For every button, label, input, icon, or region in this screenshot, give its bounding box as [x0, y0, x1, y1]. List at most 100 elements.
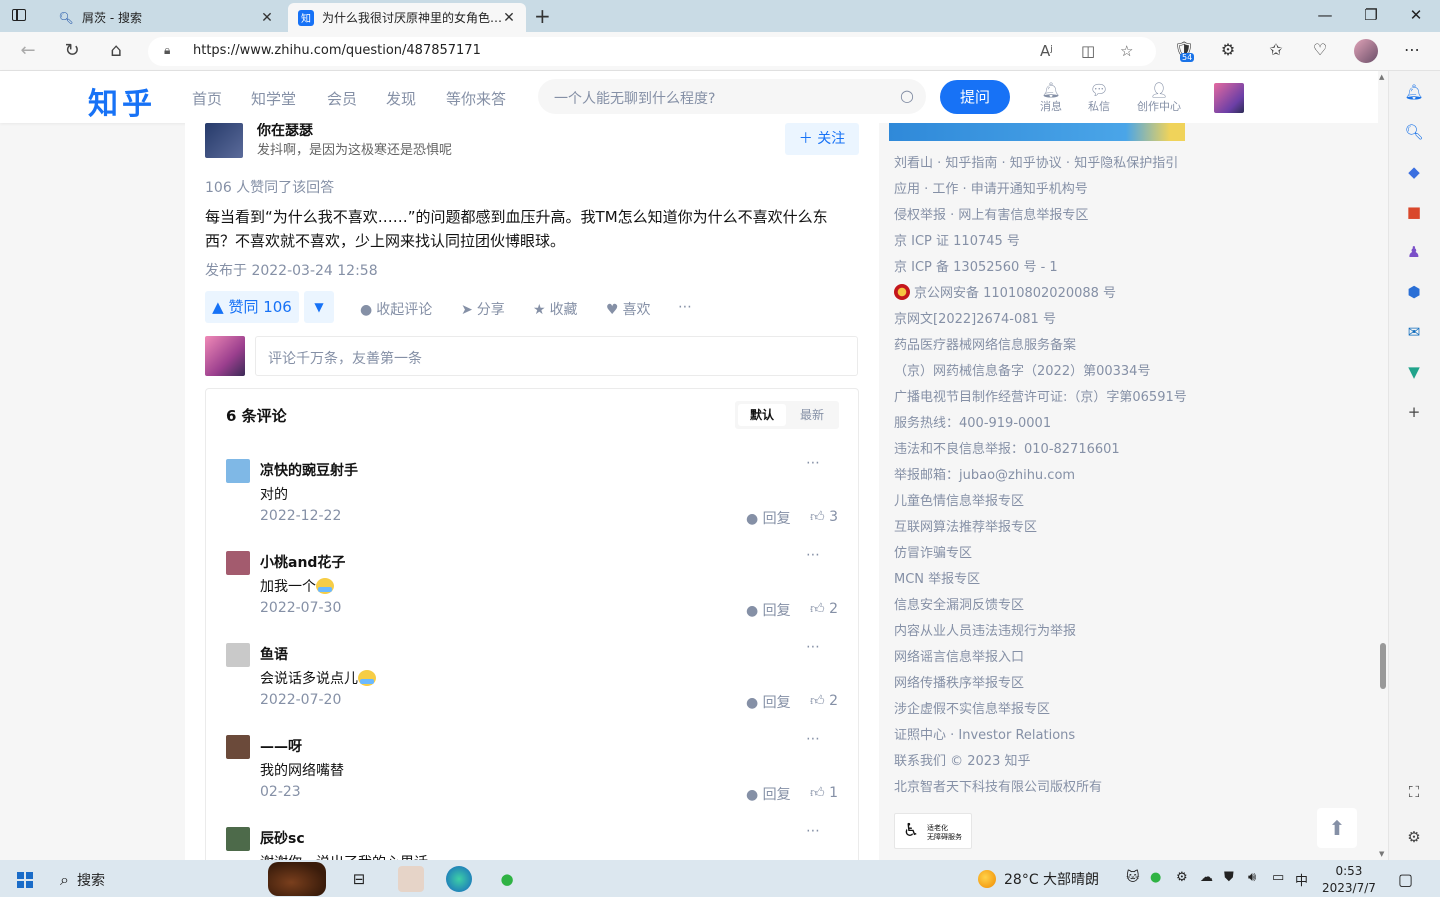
- more-icon[interactable]: ⋯: [806, 639, 820, 655]
- notification-center-icon[interactable]: ▢: [1398, 870, 1413, 889]
- collect-button[interactable]: ★ 收藏: [533, 299, 578, 319]
- tab-search[interactable]: 🔍︎ 屑茨 - 搜索 ✕: [48, 3, 284, 32]
- minimize-icon[interactable]: —: [1315, 6, 1335, 24]
- commenter-avatar[interactable]: [226, 459, 250, 483]
- commenter-avatar[interactable]: [226, 643, 250, 667]
- screenshot-icon[interactable]: ⛶: [1403, 781, 1425, 803]
- footer-link[interactable]: 侵权举报 · 网上有害信息举报专区: [894, 205, 1194, 231]
- task-view-icon[interactable]: ⊟: [346, 866, 372, 892]
- split-screen-icon[interactable]: ◫: [1081, 42, 1095, 60]
- tray-wechat-icon[interactable]: ●: [1150, 870, 1161, 885]
- close-window-icon[interactable]: ✕: [1406, 6, 1426, 24]
- edge-browser-icon[interactable]: [446, 866, 472, 892]
- comment-input[interactable]: 评论千万条，友善第一条: [255, 336, 858, 376]
- comment-like-button[interactable]: 👍︎ 3: [810, 508, 838, 525]
- taskbar-search[interactable]: ⌕ 搜索: [60, 870, 105, 890]
- downvote-button[interactable]: ▼: [304, 291, 334, 323]
- comment-like-button[interactable]: 👍︎ 2: [810, 692, 838, 709]
- onedrive-icon[interactable]: ☁︎: [1200, 870, 1213, 885]
- follow-button[interactable]: ＋ 关注: [785, 123, 859, 155]
- add-icon[interactable]: +: [1403, 401, 1425, 423]
- scroll-up-icon[interactable]: ▲: [1379, 73, 1384, 81]
- address-bar[interactable]: 🔒︎ https://www.zhihu.com/question/487857…: [148, 37, 1156, 66]
- commenter-name[interactable]: 小桃and花子: [260, 552, 345, 572]
- commenter-avatar[interactable]: [226, 735, 250, 759]
- reply-button[interactable]: ● 回复: [746, 600, 791, 620]
- windows-start-icon[interactable]: [17, 872, 33, 888]
- reply-button[interactable]: ● 回复: [746, 784, 791, 804]
- weather-widget[interactable]: 28°C 大部晴朗: [978, 869, 1099, 889]
- footer-link[interactable]: 证照中心 · Investor Relations: [894, 725, 1194, 751]
- footer-link[interactable]: MCN 举报专区: [894, 569, 1194, 595]
- scroll-down-icon[interactable]: ▼: [1379, 850, 1384, 858]
- author-avatar[interactable]: [205, 123, 243, 158]
- volume-icon[interactable]: 🔊︎: [1248, 870, 1256, 885]
- commenter-avatar[interactable]: [226, 551, 250, 575]
- footer-link[interactable]: 网络传播秩序举报专区: [894, 673, 1194, 699]
- nav-discover[interactable]: 发现: [386, 88, 416, 109]
- footer-link-police[interactable]: 京公网安备 11010802020088 号: [894, 283, 1194, 309]
- footer-link[interactable]: 涉企虚假不实信息举报专区: [894, 699, 1194, 725]
- microsoft365-icon[interactable]: ⬢: [1403, 281, 1425, 303]
- defender-icon[interactable]: ⛊: [1224, 870, 1234, 885]
- new-tab-icon[interactable]: +: [534, 4, 551, 28]
- close-icon[interactable]: ✕: [260, 10, 274, 26]
- favorites-icon[interactable]: ✩: [1264, 40, 1288, 59]
- share-button[interactable]: ➤ 分享: [461, 299, 505, 319]
- close-icon[interactable]: ✕: [502, 10, 516, 26]
- page-scrollbar[interactable]: ▲ ▼: [1378, 71, 1388, 860]
- nav-zhixuetang[interactable]: 知学堂: [251, 88, 296, 109]
- comment-like-button[interactable]: 👍︎ 2: [810, 600, 838, 617]
- tag-icon[interactable]: ◆: [1403, 161, 1425, 183]
- footer-link[interactable]: 应用 · 工作 · 申请开通知乎机构号: [894, 179, 1194, 205]
- footer-link[interactable]: 仿冒诈骗专区: [894, 543, 1194, 569]
- anime-app-icon[interactable]: [398, 866, 424, 892]
- browser-profile-avatar[interactable]: [1354, 39, 1378, 63]
- footer-link[interactable]: 刘看山 · 知乎指南 · 知乎协议 · 知乎隐私保护指引: [894, 153, 1194, 179]
- sidebar-banner[interactable]: [889, 123, 1185, 141]
- settings-gear-icon[interactable]: ⚙︎: [1403, 826, 1425, 848]
- zhihu-logo[interactable]: 知乎: [88, 79, 156, 123]
- search-icon[interactable]: ○: [900, 86, 914, 105]
- more-icon[interactable]: ⋯: [806, 731, 820, 747]
- more-menu-icon[interactable]: ⋯: [1400, 40, 1424, 59]
- user-avatar[interactable]: [1214, 83, 1244, 113]
- tab-actions-icon[interactable]: [8, 6, 30, 26]
- clock[interactable]: 0:53 2023/7/7: [1322, 863, 1376, 897]
- nav-home[interactable]: 首页: [192, 88, 222, 109]
- commenter-avatar[interactable]: [226, 827, 250, 851]
- extensions-puzzle-icon[interactable]: ⚙︎: [1216, 40, 1240, 59]
- messages-button[interactable]: 💬︎ 私信: [1086, 82, 1112, 114]
- performance-icon[interactable]: ♡: [1308, 40, 1332, 59]
- collapse-comments-button[interactable]: ● 收起评论: [360, 299, 432, 319]
- tray-app-icon[interactable]: 🐱︎: [1126, 870, 1140, 885]
- wechat-icon[interactable]: ●: [494, 866, 520, 892]
- accessibility-button[interactable]: ♿︎ 适老化 无障碍服务: [894, 813, 972, 849]
- favorite-star-icon[interactable]: ☆: [1120, 42, 1133, 60]
- comment-like-button[interactable]: 👍︎ 1: [810, 784, 838, 801]
- more-icon[interactable]: ⋯: [806, 455, 820, 471]
- footer-link[interactable]: 京 ICP 证 110745 号: [894, 231, 1194, 257]
- games-icon[interactable]: ♟︎: [1403, 241, 1425, 263]
- like-button[interactable]: ♥ 喜欢: [606, 299, 651, 319]
- read-aloud-icon[interactable]: Aʲ: [1040, 42, 1053, 60]
- footer-link[interactable]: 京网文[2022]2674-081 号: [894, 309, 1194, 335]
- notifications-button[interactable]: 🔔︎ 消息: [1038, 82, 1064, 114]
- footer-link[interactable]: 京 ICP 备 13052560 号 - 1: [894, 257, 1194, 283]
- network-icon[interactable]: ▭: [1272, 870, 1284, 885]
- author-name[interactable]: 你在瑟瑟: [257, 123, 313, 140]
- tray-settings-icon[interactable]: ⚙︎: [1176, 870, 1188, 885]
- tab-zhihu[interactable]: 知 为什么我很讨厌原神里的女角色… ✕: [288, 3, 526, 32]
- publish-time[interactable]: 发布于 2022-03-24 12:58: [205, 260, 378, 280]
- bell-icon[interactable]: 🔔︎: [1403, 81, 1425, 103]
- commenter-name[interactable]: 辰砂sc: [260, 828, 305, 848]
- ask-button[interactable]: 提问: [940, 80, 1010, 114]
- more-icon[interactable]: ⋯: [806, 823, 820, 839]
- footer-link[interactable]: 网络谣言信息举报入口: [894, 647, 1194, 673]
- footer-link[interactable]: （京）网药械信息备字（2022）第00334号: [894, 361, 1194, 387]
- upvote-button[interactable]: ▲ 赞同 106: [205, 291, 299, 323]
- reply-button[interactable]: ● 回复: [746, 692, 791, 712]
- sort-default[interactable]: 默认: [738, 404, 786, 426]
- footer-link[interactable]: 儿童色情信息举报专区: [894, 491, 1194, 517]
- nav-vip[interactable]: 会员: [327, 88, 357, 109]
